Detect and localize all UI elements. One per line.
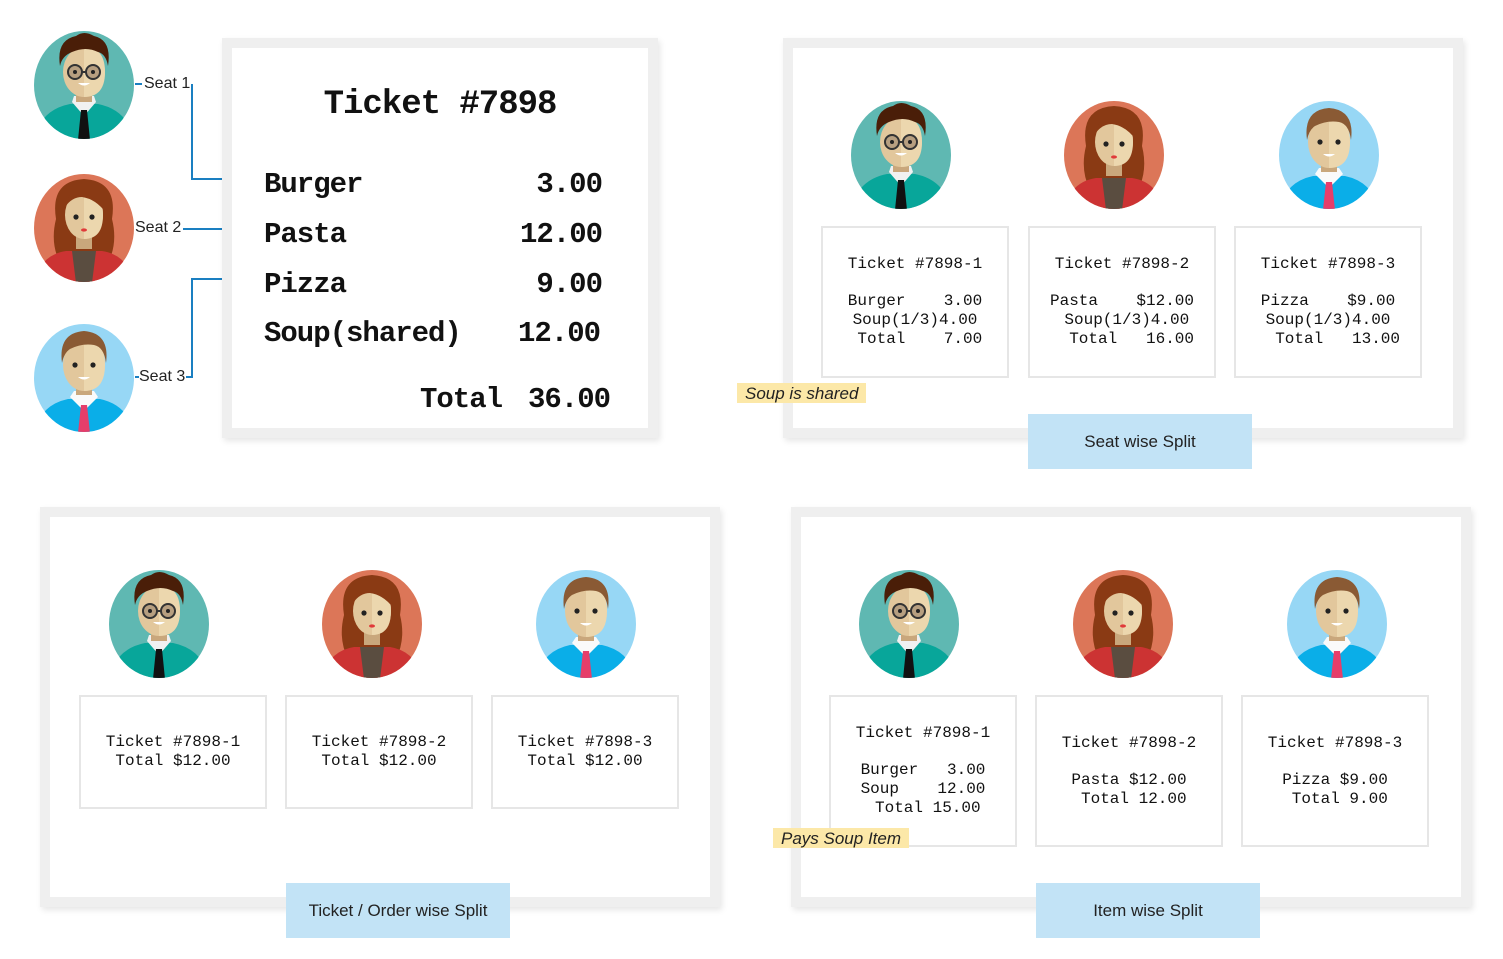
seat-label-1: Seat 1: [144, 75, 191, 92]
item-split-avatar-3: [1285, 569, 1389, 679]
item-price: 9.00: [536, 268, 603, 301]
ticket-title: Ticket #7898-1: [847, 255, 983, 273]
ticket-line: Soup 12.00: [860, 780, 986, 798]
ticket-line: Total $12.00: [527, 752, 643, 770]
ticket-line: Soup(1/3)4.00: [1054, 311, 1190, 329]
ticket-title: Ticket #7898-1: [855, 724, 991, 742]
ticket-title: Ticket #7898-3: [1267, 733, 1403, 752]
ticket-title: Ticket #7898-1: [105, 733, 241, 751]
ticket-title: Ticket #7898-2: [311, 733, 447, 751]
order-split-avatar-3: [534, 569, 638, 679]
item-name: Soup(shared): [264, 317, 462, 350]
item-name: Pizza: [264, 268, 347, 301]
ticket-line: Total $12.00: [321, 752, 437, 770]
item-price: 12.00: [519, 218, 603, 251]
item-name: Burger: [264, 168, 363, 201]
item-split-avatar-2: [1071, 569, 1175, 679]
item-split-ticket-2: Ticket #7898-2 Pasta $12.00 Total 12.00: [1035, 695, 1223, 847]
ticket-line: Total 16.00: [1049, 330, 1195, 348]
seat-split-avatar-2: [1062, 100, 1166, 210]
ticket-line: Total $12.00: [115, 752, 231, 770]
ticket-title: Ticket #7898-2: [1054, 255, 1190, 273]
ticket-line: Pasta $12.00: [1049, 292, 1195, 310]
order-split-ticket-1: Ticket #7898-1 Total $12.00: [79, 695, 267, 809]
item-split-ticket-3: Ticket #7898-3 Pizza $9.00 Total 9.00: [1241, 695, 1429, 847]
ticket-line: Pizza $9.00: [1260, 292, 1396, 310]
ticket-line: Burger 3.00: [860, 761, 986, 779]
order-split-avatar-2: [320, 569, 424, 679]
order-split-ticket-3: Ticket #7898-3 Total $12.00: [491, 695, 679, 809]
soup-shared-note: Soup is shared: [737, 383, 867, 403]
order-split-avatar-1: [107, 569, 211, 679]
ticket-line: Pizza $9.00: [1282, 770, 1388, 789]
seat-connectors: [135, 83, 260, 378]
seat-label-3: Seat 3: [139, 368, 186, 385]
seat-split-ticket-2: Ticket #7898-2 Pasta $12.00 Soup(1/3)4.0…: [1028, 226, 1216, 378]
receipt-title: Ticket #7898: [323, 86, 558, 124]
total-value: 36.00: [527, 383, 611, 416]
ticket-line: Total 7.00: [847, 330, 983, 348]
order-split-ticket-2: Ticket #7898-2 Total $12.00: [285, 695, 473, 809]
seat-wise-split-label: Seat wise Split: [1028, 414, 1252, 469]
ticket-title: Ticket #7898-3: [517, 733, 653, 751]
original-receipt: Ticket #7898 Burger 3.00 Pasta 12.00 Piz…: [222, 38, 658, 438]
seat-label-2: Seat 2: [135, 219, 182, 236]
pays-soup-note: Pays Soup Item: [773, 828, 910, 848]
item-split-avatar-1: [857, 569, 961, 679]
seat-split-avatar-1: [849, 100, 953, 210]
ticket-line: Total 13.00: [1255, 330, 1401, 348]
seat-split-ticket-1: Ticket #7898-1 Burger 3.00 Soup(1/3)4.00…: [821, 226, 1009, 378]
ticket-line: Total 12.00: [1071, 789, 1187, 808]
ticket-title: Ticket #7898-2: [1061, 733, 1197, 752]
item-price: 3.00: [536, 168, 603, 201]
order-wise-split-label: Ticket / Order wise Split: [286, 883, 510, 938]
ticket-title: Ticket #7898-3: [1260, 255, 1396, 273]
seat-split-avatar-3: [1277, 100, 1381, 210]
item-split-ticket-1: Ticket #7898-1 Burger 3.00 Soup 12.00 To…: [829, 695, 1017, 847]
ticket-line: Pasta $12.00: [1071, 770, 1187, 789]
ticket-line: Soup(1/3)4.00: [852, 311, 978, 329]
item-wise-split-label: Item wise Split: [1036, 883, 1260, 938]
item-name: Pasta: [264, 218, 347, 251]
ticket-line: Total 9.00: [1282, 789, 1388, 808]
ticket-line: Burger 3.00: [847, 292, 983, 310]
item-price: 12.00: [517, 317, 601, 350]
seat-split-ticket-3: Ticket #7898-3 Pizza $9.00 Soup(1/3)4.00…: [1234, 226, 1422, 378]
total-label: Total: [420, 383, 503, 416]
ticket-line: Total 15.00: [865, 799, 981, 817]
ticket-line: Soup(1/3)4.00: [1265, 311, 1391, 329]
